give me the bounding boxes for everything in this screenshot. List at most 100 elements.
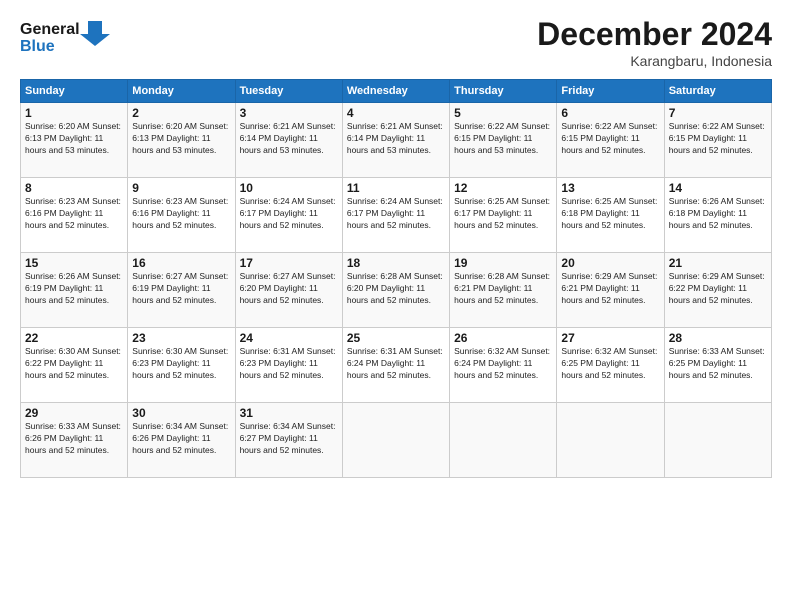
day-cell-15: 15Sunrise: 6:26 AM Sunset: 6:19 PM Dayli… [21,253,128,328]
location: Karangbaru, Indonesia [537,53,772,69]
col-thursday: Thursday [450,80,557,103]
day-cell-25: 25Sunrise: 6:31 AM Sunset: 6:24 PM Dayli… [342,328,449,403]
day-cell-11: 11Sunrise: 6:24 AM Sunset: 6:17 PM Dayli… [342,178,449,253]
day-cell-3: 3Sunrise: 6:21 AM Sunset: 6:14 PM Daylig… [235,103,342,178]
day-info: Sunrise: 6:25 AM Sunset: 6:17 PM Dayligh… [454,196,552,232]
day-number: 20 [561,256,659,270]
day-info: Sunrise: 6:27 AM Sunset: 6:19 PM Dayligh… [132,271,230,307]
header-row: Sunday Monday Tuesday Wednesday Thursday… [21,80,772,103]
day-cell-6: 6Sunrise: 6:22 AM Sunset: 6:15 PM Daylig… [557,103,664,178]
logo-text: General Blue [20,16,110,63]
day-number: 15 [25,256,123,270]
day-info: Sunrise: 6:21 AM Sunset: 6:14 PM Dayligh… [240,121,338,157]
day-cell-8: 8Sunrise: 6:23 AM Sunset: 6:16 PM Daylig… [21,178,128,253]
day-number: 24 [240,331,338,345]
day-number: 31 [240,406,338,420]
day-info: Sunrise: 6:30 AM Sunset: 6:22 PM Dayligh… [25,346,123,382]
title-area: December 2024 Karangbaru, Indonesia [537,16,772,69]
day-cell-26: 26Sunrise: 6:32 AM Sunset: 6:24 PM Dayli… [450,328,557,403]
col-monday: Monday [128,80,235,103]
day-info: Sunrise: 6:32 AM Sunset: 6:25 PM Dayligh… [561,346,659,382]
day-number: 22 [25,331,123,345]
day-info: Sunrise: 6:34 AM Sunset: 6:26 PM Dayligh… [132,421,230,457]
day-number: 8 [25,181,123,195]
calendar-table: Sunday Monday Tuesday Wednesday Thursday… [20,79,772,478]
week-row-1: 1Sunrise: 6:20 AM Sunset: 6:13 PM Daylig… [21,103,772,178]
day-info: Sunrise: 6:29 AM Sunset: 6:22 PM Dayligh… [669,271,767,307]
empty-cell [557,403,664,478]
day-number: 4 [347,106,445,120]
day-number: 1 [25,106,123,120]
day-cell-20: 20Sunrise: 6:29 AM Sunset: 6:21 PM Dayli… [557,253,664,328]
day-info: Sunrise: 6:20 AM Sunset: 6:13 PM Dayligh… [25,121,123,157]
day-cell-12: 12Sunrise: 6:25 AM Sunset: 6:17 PM Dayli… [450,178,557,253]
day-cell-19: 19Sunrise: 6:28 AM Sunset: 6:21 PM Dayli… [450,253,557,328]
empty-cell [450,403,557,478]
day-cell-29: 29Sunrise: 6:33 AM Sunset: 6:26 PM Dayli… [21,403,128,478]
day-number: 26 [454,331,552,345]
day-number: 19 [454,256,552,270]
week-row-5: 29Sunrise: 6:33 AM Sunset: 6:26 PM Dayli… [21,403,772,478]
day-number: 17 [240,256,338,270]
day-number: 7 [669,106,767,120]
day-number: 21 [669,256,767,270]
page: General Blue December 2024 Karangbaru, I… [0,0,792,612]
day-number: 30 [132,406,230,420]
day-number: 27 [561,331,659,345]
header: General Blue December 2024 Karangbaru, I… [20,16,772,69]
day-cell-2: 2Sunrise: 6:20 AM Sunset: 6:13 PM Daylig… [128,103,235,178]
day-cell-4: 4Sunrise: 6:21 AM Sunset: 6:14 PM Daylig… [342,103,449,178]
day-cell-7: 7Sunrise: 6:22 AM Sunset: 6:15 PM Daylig… [664,103,771,178]
day-cell-27: 27Sunrise: 6:32 AM Sunset: 6:25 PM Dayli… [557,328,664,403]
day-number: 10 [240,181,338,195]
day-cell-5: 5Sunrise: 6:22 AM Sunset: 6:15 PM Daylig… [450,103,557,178]
week-row-4: 22Sunrise: 6:30 AM Sunset: 6:22 PM Dayli… [21,328,772,403]
day-info: Sunrise: 6:28 AM Sunset: 6:21 PM Dayligh… [454,271,552,307]
svg-text:Blue: Blue [20,38,55,55]
day-info: Sunrise: 6:21 AM Sunset: 6:14 PM Dayligh… [347,121,445,157]
day-cell-28: 28Sunrise: 6:33 AM Sunset: 6:25 PM Dayli… [664,328,771,403]
day-cell-17: 17Sunrise: 6:27 AM Sunset: 6:20 PM Dayli… [235,253,342,328]
day-cell-18: 18Sunrise: 6:28 AM Sunset: 6:20 PM Dayli… [342,253,449,328]
day-cell-1: 1Sunrise: 6:20 AM Sunset: 6:13 PM Daylig… [21,103,128,178]
day-number: 3 [240,106,338,120]
month-title: December 2024 [537,16,772,53]
day-number: 11 [347,181,445,195]
logo: General Blue [20,16,110,63]
col-sunday: Sunday [21,80,128,103]
day-info: Sunrise: 6:25 AM Sunset: 6:18 PM Dayligh… [561,196,659,232]
col-tuesday: Tuesday [235,80,342,103]
day-cell-14: 14Sunrise: 6:26 AM Sunset: 6:18 PM Dayli… [664,178,771,253]
day-info: Sunrise: 6:22 AM Sunset: 6:15 PM Dayligh… [561,121,659,157]
day-number: 14 [669,181,767,195]
day-cell-22: 22Sunrise: 6:30 AM Sunset: 6:22 PM Dayli… [21,328,128,403]
day-number: 12 [454,181,552,195]
day-info: Sunrise: 6:32 AM Sunset: 6:24 PM Dayligh… [454,346,552,382]
day-number: 28 [669,331,767,345]
day-cell-10: 10Sunrise: 6:24 AM Sunset: 6:17 PM Dayli… [235,178,342,253]
day-info: Sunrise: 6:33 AM Sunset: 6:25 PM Dayligh… [669,346,767,382]
day-info: Sunrise: 6:29 AM Sunset: 6:21 PM Dayligh… [561,271,659,307]
day-cell-13: 13Sunrise: 6:25 AM Sunset: 6:18 PM Dayli… [557,178,664,253]
week-row-2: 8Sunrise: 6:23 AM Sunset: 6:16 PM Daylig… [21,178,772,253]
day-info: Sunrise: 6:31 AM Sunset: 6:23 PM Dayligh… [240,346,338,382]
day-cell-30: 30Sunrise: 6:34 AM Sunset: 6:26 PM Dayli… [128,403,235,478]
day-number: 18 [347,256,445,270]
day-info: Sunrise: 6:34 AM Sunset: 6:27 PM Dayligh… [240,421,338,457]
col-wednesday: Wednesday [342,80,449,103]
day-info: Sunrise: 6:33 AM Sunset: 6:26 PM Dayligh… [25,421,123,457]
day-info: Sunrise: 6:23 AM Sunset: 6:16 PM Dayligh… [132,196,230,232]
day-number: 5 [454,106,552,120]
day-info: Sunrise: 6:27 AM Sunset: 6:20 PM Dayligh… [240,271,338,307]
empty-cell [342,403,449,478]
day-info: Sunrise: 6:26 AM Sunset: 6:18 PM Dayligh… [669,196,767,232]
day-cell-9: 9Sunrise: 6:23 AM Sunset: 6:16 PM Daylig… [128,178,235,253]
day-info: Sunrise: 6:23 AM Sunset: 6:16 PM Dayligh… [25,196,123,232]
day-info: Sunrise: 6:28 AM Sunset: 6:20 PM Dayligh… [347,271,445,307]
svg-text:General: General [20,21,80,38]
day-number: 2 [132,106,230,120]
col-friday: Friday [557,80,664,103]
day-info: Sunrise: 6:22 AM Sunset: 6:15 PM Dayligh… [669,121,767,157]
day-info: Sunrise: 6:22 AM Sunset: 6:15 PM Dayligh… [454,121,552,157]
day-number: 9 [132,181,230,195]
